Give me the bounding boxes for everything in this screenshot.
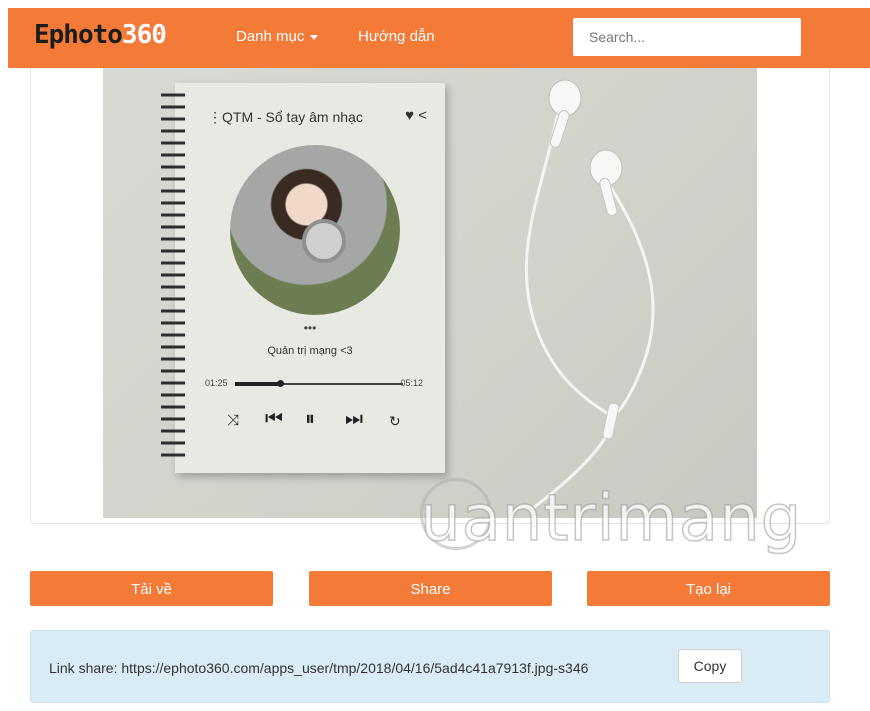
next-icon: ⏭ xyxy=(345,408,363,430)
time-elapsed: 01:25 xyxy=(205,378,228,388)
player-title: ⋮QTM - Sổ tay âm nhạc xyxy=(208,109,363,125)
download-button[interactable]: Tải về xyxy=(30,571,273,606)
watermark-text: uantrimang xyxy=(419,481,803,557)
share-link-box: Link share: https://ephoto360.com/apps_u… xyxy=(30,630,830,703)
shuffle-icon: ⤨ xyxy=(227,412,240,429)
share-link-prefix: Link share: xyxy=(49,660,118,676)
previous-icon: ⏮ xyxy=(265,408,283,430)
time-total: 05:12 xyxy=(400,378,423,388)
player-artist: Quản trị mạng <3 xyxy=(267,345,353,357)
top-navbar: Ephoto360 Danh mục Hướng dẫn xyxy=(8,8,870,68)
chevron-down-icon xyxy=(310,34,319,40)
nav-guide-link[interactable]: Hướng dẫn xyxy=(358,28,435,45)
copy-button[interactable]: Copy xyxy=(678,649,742,683)
logo-text: Ephoto xyxy=(34,20,123,50)
disc-icon xyxy=(302,219,346,263)
progress-knob xyxy=(277,380,285,387)
player-actions: ♥ < xyxy=(405,107,427,124)
music-player-notebook: ⋮QTM - Sổ tay âm nhạc ♥ < ••• Quản trị m… xyxy=(161,83,445,473)
nav-categories-label: Danh mục xyxy=(236,28,305,45)
nav-guide-label: Hướng dẫn xyxy=(358,28,435,45)
share-link-url[interactable]: https://ephoto360.com/apps_user/tmp/2018… xyxy=(121,660,588,676)
share-link-text: Link share: https://ephoto360.com/apps_u… xyxy=(49,660,588,676)
search-input[interactable] xyxy=(573,18,801,56)
progress-fill xyxy=(235,382,281,386)
progress-bar xyxy=(235,380,403,387)
logo-number: 360 xyxy=(121,20,167,50)
spiral-binding xyxy=(161,93,185,457)
player-title-text: QTM - Sổ tay âm nhạc xyxy=(222,109,363,125)
pause-icon: ⏸ xyxy=(305,408,315,430)
recreate-button[interactable]: Tạo lại xyxy=(587,571,830,606)
player-more-dots: ••• xyxy=(303,321,317,335)
share-icon: < xyxy=(418,107,427,124)
repeat-icon: ↻ xyxy=(389,413,401,429)
site-logo[interactable]: Ephoto360 xyxy=(34,20,167,50)
share-button[interactable]: Share xyxy=(309,571,552,606)
result-image: ⋮QTM - Sổ tay âm nhạc ♥ < ••• Quản trị m… xyxy=(103,68,757,518)
heart-icon: ♥ xyxy=(405,107,415,124)
nav-categories-menu[interactable]: Danh mục xyxy=(236,28,319,45)
